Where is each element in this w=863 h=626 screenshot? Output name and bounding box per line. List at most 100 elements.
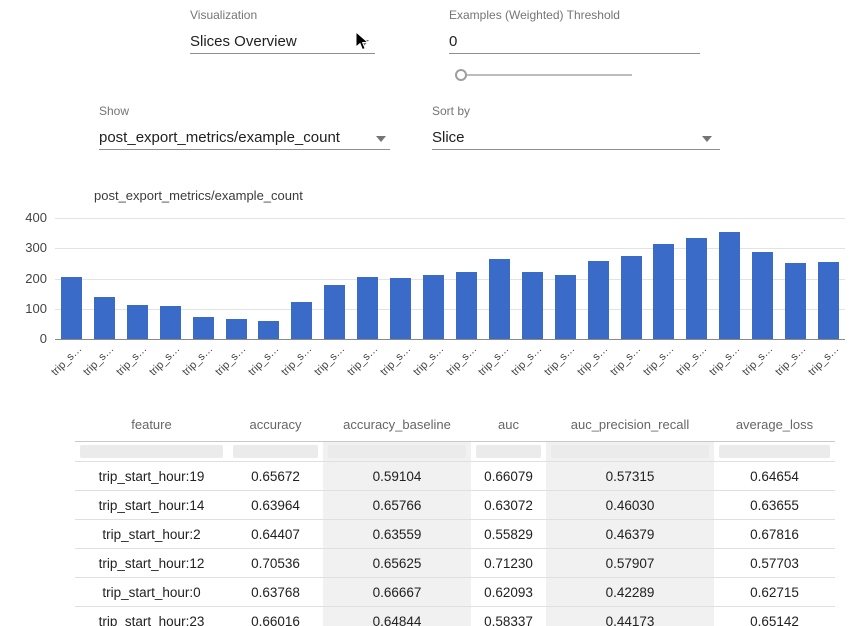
metric-cell: 0.64654 [714, 462, 835, 491]
metric-cell: 0.59104 [323, 462, 471, 491]
y-axis-tick-label: 0 [3, 331, 47, 346]
x-axis-label: trip_s… [213, 343, 248, 378]
x-axis-label: trip_s… [509, 343, 544, 378]
bar-17[interactable] [621, 256, 642, 339]
column-header-average_loss[interactable]: average_loss [714, 406, 835, 442]
x-axis-label: trip_s… [180, 343, 215, 378]
bar-19[interactable] [686, 238, 707, 339]
bar-15[interactable] [555, 275, 576, 339]
visualization-value: Slices Overview [190, 33, 297, 50]
metric-cell: 0.63768 [228, 578, 323, 607]
metric-cell: 0.63655 [714, 491, 835, 520]
table-row[interactable]: trip_start_hour:230.660160.648440.583370… [75, 607, 835, 626]
slider-knob[interactable] [455, 69, 467, 81]
metric-cell: 0.71230 [471, 549, 546, 578]
threshold-input[interactable]: 0 [449, 30, 700, 54]
show-value: post_export_metrics/example_count [99, 129, 340, 146]
filter-input-auc[interactable] [476, 445, 541, 458]
sort-by-select[interactable]: Slice [432, 126, 720, 150]
x-axis-label: trip_s… [312, 343, 347, 378]
table-row[interactable]: trip_start_hour:140.639640.657660.630720… [75, 491, 835, 520]
bar-0[interactable] [61, 277, 82, 339]
threshold-value: 0 [449, 33, 457, 50]
table-body: trip_start_hour:190.656720.591040.660790… [75, 462, 835, 626]
feature-cell: trip_start_hour:0 [75, 578, 228, 607]
table-row[interactable]: trip_start_hour:20.644070.635590.558290.… [75, 520, 835, 549]
x-axis-label: trip_s… [411, 343, 446, 378]
table-row[interactable]: trip_start_hour:120.705360.656250.712300… [75, 549, 835, 578]
bar-7[interactable] [291, 302, 312, 339]
show-select[interactable]: post_export_metrics/example_count [99, 126, 390, 150]
x-axis-label: trip_s… [477, 343, 512, 378]
x-axis-label: trip_s… [641, 343, 676, 378]
x-axis-label: trip_s… [279, 343, 314, 378]
x-axis-label: trip_s… [444, 343, 479, 378]
bar-12[interactable] [456, 272, 477, 339]
column-header-auc_precision_recall[interactable]: auc_precision_recall [546, 406, 714, 442]
metric-cell: 0.67816 [714, 520, 835, 549]
metric-cell: 0.65672 [228, 462, 323, 491]
bar-6[interactable] [258, 321, 279, 339]
metric-cell: 0.63072 [471, 491, 546, 520]
visualization-select[interactable]: Slices Overview [190, 30, 375, 54]
metric-cell: 0.62093 [471, 578, 546, 607]
column-header-accuracy_baseline[interactable]: accuracy_baseline [323, 406, 471, 442]
x-axis-label: trip_s… [378, 343, 413, 378]
filter-input-accuracy_baseline[interactable] [328, 445, 466, 458]
metric-cell: 0.65142 [714, 607, 835, 626]
column-header-feature[interactable]: feature [75, 406, 228, 442]
table-filter-row [75, 442, 835, 462]
table-header-row: featureaccuracyaccuracy_baselineaucauc_p… [75, 406, 835, 442]
threshold-slider[interactable] [455, 69, 632, 81]
bar-3[interactable] [160, 306, 181, 339]
metric-cell: 0.44173 [546, 607, 714, 626]
slider-track[interactable] [455, 74, 632, 76]
bar-23[interactable] [818, 262, 839, 339]
x-axis-label: trip_s… [542, 343, 577, 378]
chevron-down-icon [376, 136, 386, 142]
filter-input-average_loss[interactable] [719, 445, 830, 458]
x-axis-baseline [55, 339, 845, 340]
filter-input-auc_precision_recall[interactable] [551, 445, 709, 458]
y-axis-tick-label: 400 [3, 210, 47, 225]
bar-18[interactable] [653, 244, 674, 339]
metric-cell: 0.58337 [471, 607, 546, 626]
filter-input-accuracy[interactable] [233, 445, 318, 458]
bar-13[interactable] [489, 259, 510, 339]
bar-22[interactable] [785, 263, 806, 339]
bar-5[interactable] [226, 319, 247, 339]
legend-label: post_export_metrics/example_count [94, 188, 303, 203]
bar-4[interactable] [193, 317, 214, 339]
bar-16[interactable] [588, 261, 609, 339]
metric-cell: 0.64844 [323, 607, 471, 626]
bar-21[interactable] [752, 252, 773, 339]
table-row[interactable]: trip_start_hour:190.656720.591040.660790… [75, 462, 835, 491]
bar-2[interactable] [127, 305, 148, 339]
feature-cell: trip_start_hour:2 [75, 520, 228, 549]
bar-1[interactable] [94, 297, 115, 339]
filter-input-feature[interactable] [80, 445, 223, 458]
bar-9[interactable] [357, 277, 378, 339]
column-header-accuracy[interactable]: accuracy [228, 406, 323, 442]
bar-10[interactable] [390, 278, 411, 339]
x-axis-label: trip_s… [707, 343, 742, 378]
slicing-metrics-browser: Visualization Slices Overview Examples (… [0, 0, 863, 626]
bar-8[interactable] [324, 285, 345, 339]
bar-11[interactable] [423, 275, 444, 339]
metric-cell: 0.63964 [228, 491, 323, 520]
bar-20[interactable] [719, 232, 740, 339]
chart-plot: 4003002001000trip_s…trip_s…trip_s…trip_s… [55, 218, 845, 339]
bar-14[interactable] [522, 272, 543, 339]
metric-cell: 0.66667 [323, 578, 471, 607]
x-axis-label: trip_s… [773, 343, 808, 378]
column-header-auc[interactable]: auc [471, 406, 546, 442]
metric-cell: 0.66079 [471, 462, 546, 491]
x-axis-label: trip_s… [740, 343, 775, 378]
feature-cell: trip_start_hour:23 [75, 607, 228, 626]
y-axis-tick-label: 300 [3, 240, 47, 255]
feature-cell: trip_start_hour:19 [75, 462, 228, 491]
metric-cell: 0.57315 [546, 462, 714, 491]
visualization-label: Visualization [190, 8, 257, 22]
table-row[interactable]: trip_start_hour:00.637680.666670.620930.… [75, 578, 835, 607]
x-axis-label: trip_s… [147, 343, 182, 378]
